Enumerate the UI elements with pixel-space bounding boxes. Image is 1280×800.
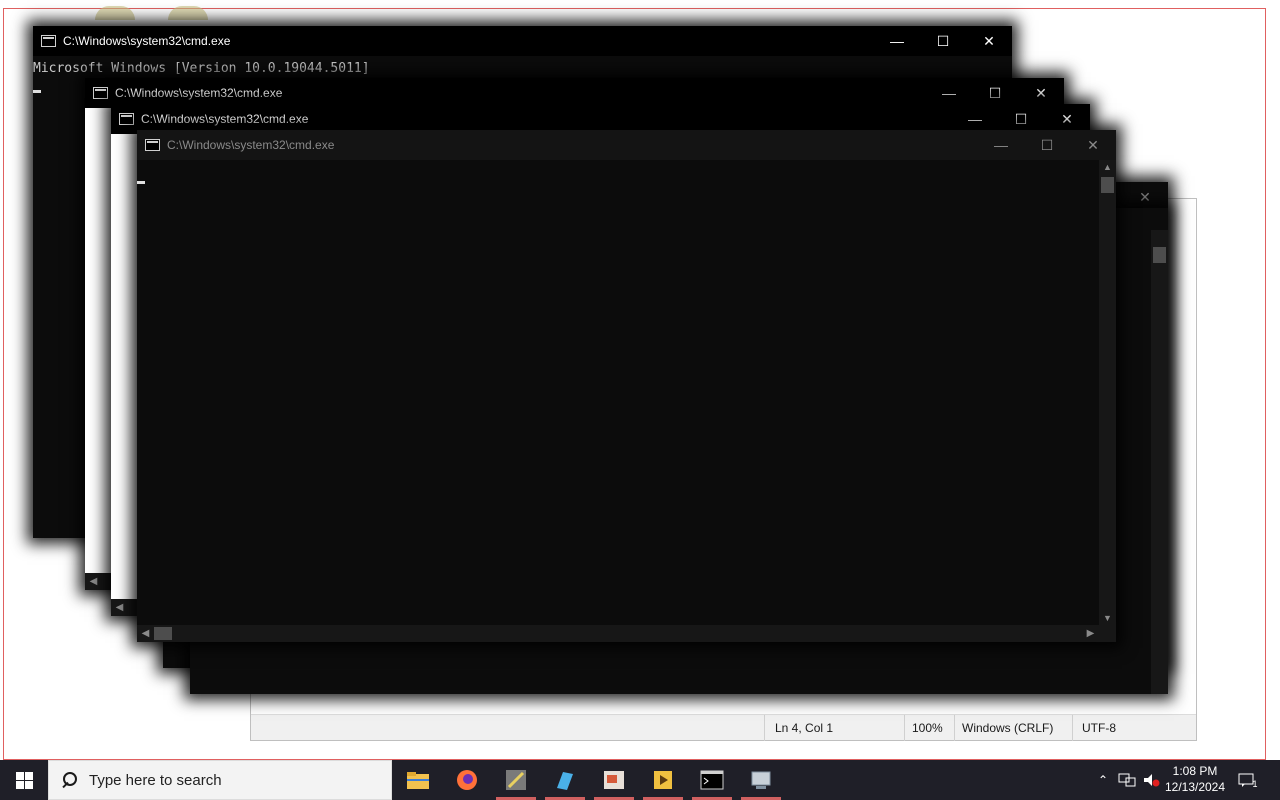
scroll-left-icon[interactable]: ◀ [137, 625, 154, 642]
search-icon [61, 772, 77, 788]
volume-tray-icon[interactable] [1140, 760, 1162, 800]
scroll-right-icon[interactable]: ▶ [1082, 625, 1099, 642]
taskbar: Type here to search ⌃ 1:08 PM 12/13/2024 [0, 760, 1280, 800]
scroll-up-icon[interactable]: ▲ [1099, 160, 1116, 174]
white-pane [85, 108, 111, 573]
console-output[interactable] [137, 160, 1099, 625]
scroll-thumb[interactable] [154, 627, 172, 640]
titlebar[interactable]: C:\Windows\system32\cmd.exe — ☐ ✕ [33, 26, 1012, 56]
cmd-app-icon [41, 35, 56, 47]
window-title: C:\Windows\system32\cmd.exe [167, 138, 335, 152]
presentation-app-button[interactable] [590, 760, 638, 800]
desktop-icon[interactable] [95, 6, 135, 20]
media-tool-button[interactable] [492, 760, 540, 800]
maximize-button[interactable]: ☐ [1024, 130, 1070, 160]
show-hidden-icons-button[interactable]: ⌃ [1092, 760, 1114, 800]
taskbar-clock[interactable]: 1:08 PM 12/13/2024 [1160, 763, 1230, 795]
search-placeholder: Type here to search [89, 771, 222, 789]
horizontal-scrollbar[interactable]: ◀ ▶ [137, 625, 1099, 642]
white-pane [111, 134, 137, 599]
network-tray-icon[interactable] [1116, 760, 1138, 800]
scroll-corner [1099, 625, 1116, 642]
text-cursor [33, 90, 41, 93]
cmd-app-icon [93, 87, 108, 99]
text-cursor [137, 181, 145, 184]
notepad-horizontal-scrollbar[interactable] [251, 697, 1179, 714]
network-status-icon [1118, 773, 1136, 787]
firefox-button[interactable] [443, 760, 491, 800]
minimize-button[interactable]: — [874, 26, 920, 56]
app-tool-icon [506, 770, 526, 790]
cmd-window-4[interactable]: C:\Windows\system32\cmd.exe — ☐ ✕ ▲ ▼ ◀ … [137, 130, 1116, 642]
desktop-icon[interactable] [168, 6, 208, 20]
close-button[interactable]: ✕ [966, 26, 1012, 56]
notepad-vertical-scrollbar[interactable] [1179, 199, 1196, 714]
vertical-scrollbar[interactable]: ▲ ▼ [1099, 160, 1116, 625]
cmd-app-icon [145, 139, 160, 151]
chevron-up-icon: ⌃ [1097, 773, 1109, 787]
status-line-ending: Windows (CRLF) [962, 721, 1054, 735]
scroll-left-icon[interactable]: ◀ [85, 573, 102, 590]
minimize-button[interactable]: — [978, 130, 1024, 160]
paint-icon [557, 772, 573, 790]
titlebar[interactable]: C:\Windows\system32\cmd.exe — ☐ ✕ [137, 130, 1116, 160]
status-position: Ln 4, Col 1 [775, 721, 834, 735]
paint-tool-button[interactable] [541, 760, 589, 800]
network-icon [751, 771, 771, 789]
file-explorer-button[interactable] [394, 760, 442, 800]
vertical-scrollbar[interactable] [1151, 230, 1168, 694]
window-title: C:\Windows\system32\cmd.exe [141, 112, 309, 126]
terminal-icon [700, 770, 724, 790]
taskbar-search-box[interactable]: Type here to search [48, 760, 392, 800]
play-icon [654, 771, 672, 789]
window-title: C:\Windows\system32\cmd.exe [63, 34, 231, 48]
start-button[interactable] [0, 760, 48, 800]
scroll-down-icon[interactable]: ▼ [1099, 611, 1116, 625]
notification-count: 1 [1252, 779, 1258, 789]
video-player-button[interactable] [639, 760, 687, 800]
folder-icon [407, 772, 429, 789]
window-title: C:\Windows\system32\cmd.exe [115, 86, 283, 100]
windows-logo-icon [15, 771, 33, 789]
cmd-app-icon [119, 113, 134, 125]
maximize-button[interactable]: ☐ [920, 26, 966, 56]
status-encoding: UTF-8 [1082, 721, 1116, 735]
scroll-left-icon[interactable]: ◀ [111, 599, 128, 616]
clock-date: 12/13/2024 [1164, 780, 1226, 794]
firefox-icon [457, 770, 477, 790]
clock-time: 1:08 PM [1172, 764, 1218, 778]
close-button[interactable]: ✕ [1070, 130, 1116, 160]
volume-muted-icon [1144, 774, 1160, 787]
network-app-button[interactable] [737, 760, 785, 800]
scroll-thumb[interactable] [1101, 177, 1114, 193]
notepad-status-bar: Ln 4, Col 1 100% Windows (CRLF) UTF-8 [251, 714, 1196, 741]
terminal-button[interactable] [688, 760, 736, 800]
console-line: Microsoft Windows [Version 10.0.19044.50… [33, 61, 370, 76]
presentation-icon [604, 771, 624, 789]
status-zoom: 100% [912, 721, 943, 735]
notification-center-button[interactable]: 1 [1234, 760, 1262, 800]
